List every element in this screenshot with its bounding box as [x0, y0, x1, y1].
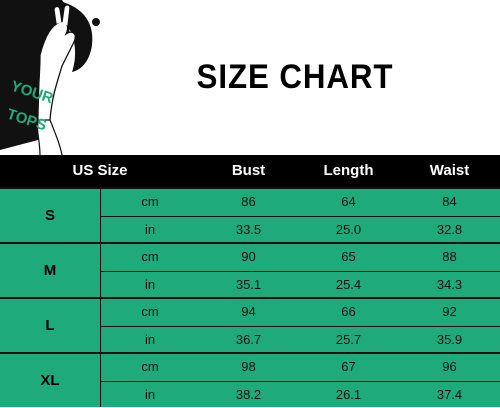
- header-us-size: US Size: [72, 162, 128, 179]
- unit-cell: cm: [141, 359, 159, 374]
- size-group-m: M cm 90 65 88 in 35.1 25.4 34.3: [0, 242, 500, 297]
- length-cell: 67: [341, 359, 356, 374]
- unit-cell: in: [144, 222, 156, 237]
- length-cell: 26.1: [335, 387, 362, 402]
- bust-cell: 86: [241, 194, 256, 209]
- size-group-xl: XL cm 98 67 96 in 38.2 26.1 37.4: [0, 352, 500, 407]
- bust-cell: 38.2: [235, 387, 262, 402]
- table-row: cm 90 65 88: [101, 244, 500, 270]
- header-length: Length: [323, 162, 374, 179]
- length-cell: 25.0: [335, 222, 362, 237]
- bust-cell: 33.5: [235, 222, 262, 237]
- unit-cell: cm: [141, 194, 159, 209]
- unit-cell: in: [144, 387, 156, 402]
- bust-cell: 35.1: [235, 277, 262, 292]
- waist-cell: 96: [442, 359, 457, 374]
- length-cell: 65: [341, 249, 356, 264]
- waist-cell: 88: [442, 249, 457, 264]
- table-header: US Size Bust Length Waist: [0, 155, 500, 187]
- waist-cell: 35.9: [436, 332, 463, 347]
- table-row: cm 86 64 84: [101, 189, 500, 215]
- header: YOUR TOPS SIZE CHART: [0, 0, 500, 155]
- size-label: M: [0, 244, 101, 297]
- size-label: S: [0, 189, 101, 242]
- bust-cell: 36.7: [235, 332, 262, 347]
- table-row: in 36.7 25.7 35.9: [101, 326, 500, 353]
- unit-cell: in: [144, 277, 156, 292]
- length-cell: 25.4: [335, 277, 362, 292]
- unit-cell: in: [144, 332, 156, 347]
- table-row: cm 98 67 96: [101, 354, 500, 380]
- length-cell: 64: [341, 194, 356, 209]
- table-row: in 35.1 25.4 34.3: [101, 271, 500, 298]
- table-row: cm 94 66 92: [101, 299, 500, 325]
- waist-cell: 37.4: [436, 387, 463, 402]
- size-label: XL: [0, 354, 101, 407]
- header-bust: Bust: [231, 162, 266, 179]
- length-cell: 25.7: [335, 332, 362, 347]
- length-cell: 66: [341, 304, 356, 319]
- size-label: L: [0, 299, 101, 352]
- page-title: SIZE CHART: [196, 58, 394, 96]
- table-row: in 33.5 25.0 32.8: [101, 216, 500, 243]
- unit-cell: cm: [141, 249, 159, 264]
- header-waist: Waist: [429, 162, 470, 179]
- bust-cell: 94: [241, 304, 256, 319]
- table-row: in 38.2 26.1 37.4: [101, 381, 500, 408]
- size-group-l: L cm 94 66 92 in 36.7 25.7 35.9: [0, 297, 500, 352]
- waist-cell: 32.8: [436, 222, 463, 237]
- waist-cell: 84: [442, 194, 457, 209]
- size-group-s: S cm 86 64 84 in 33.5 25.0 32.8: [0, 187, 500, 242]
- waist-cell: 92: [442, 304, 457, 319]
- unit-cell: cm: [141, 304, 159, 319]
- woman-illustration: YOUR TOPS: [0, 0, 100, 155]
- size-chart-table: US Size Bust Length Waist S cm 86 64 84 …: [0, 155, 500, 407]
- bust-cell: 90: [241, 249, 256, 264]
- waist-cell: 34.3: [436, 277, 463, 292]
- bust-cell: 98: [241, 359, 256, 374]
